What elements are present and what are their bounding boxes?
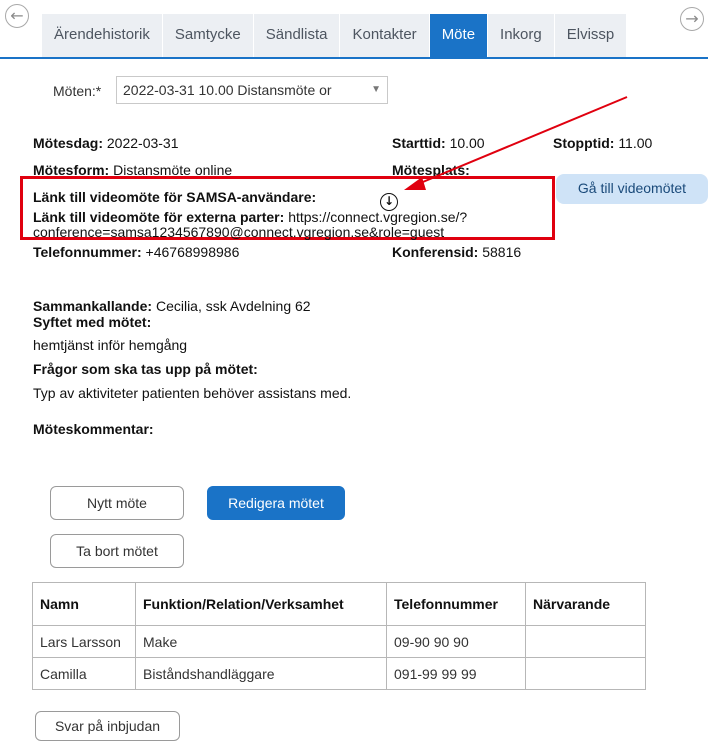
table-row[interactable]: Lars Larsson Make 09-90 90 90 [32, 625, 646, 658]
external-link-url-part-1[interactable]: https://connect.vgregion.se/? [288, 209, 467, 225]
tab-arendehistorik[interactable]: Ärendehistorik [42, 14, 163, 58]
delete-meeting-button[interactable]: Ta bort mötet [50, 534, 184, 568]
column-header-telefon: Telefonnummer [386, 582, 526, 626]
reply-invitation-button[interactable]: Svar på inbjudan [35, 711, 180, 741]
purpose-value: hemtjänst inför hemgång [33, 337, 188, 353]
comment-label: Möteskommentar: [33, 421, 154, 437]
column-header-funktion: Funktion/Relation/Verksamhet [135, 582, 387, 626]
tab-mote[interactable]: Möte [429, 14, 489, 58]
meeting-select-value: 2022-03-31 10.00 Distansmöte or [123, 82, 332, 98]
questions-value: Typ av aktiviteter patienten behöver ass… [33, 385, 352, 401]
cell-name: Camilla [32, 657, 136, 690]
samsa-link-label: Länk till videomöte för SAMSA-användare: [33, 189, 317, 205]
tab-kontakter[interactable]: Kontakter [340, 14, 430, 58]
phone-number: Telefonnummer: +46768998986 [33, 244, 240, 260]
cell-function: Biståndshandläggare [135, 657, 387, 690]
cell-phone: 091-99 99 99 [386, 657, 526, 690]
participants-table: Namn Funktion/Relation/Verksamhet Telefo… [32, 582, 646, 690]
prev-tab-icon[interactable]: ← [5, 4, 29, 28]
tab-sandlista[interactable]: Sändlista [253, 14, 341, 58]
go-to-video-button[interactable]: Gå till videomötet [556, 174, 708, 204]
tab-elvissp[interactable]: Elvissp [554, 14, 627, 58]
tab-samtycke[interactable]: Samtycke [162, 14, 254, 58]
cell-present[interactable] [525, 657, 646, 690]
table-header-row: Namn Funktion/Relation/Verksamhet Telefo… [32, 582, 646, 626]
next-tab-icon[interactable]: → [680, 7, 704, 31]
cell-name: Lars Larsson [32, 625, 136, 658]
tab-bar: ← Ärendehistorik Samtycke Sändlista Kont… [0, 0, 708, 59]
table-row[interactable]: Camilla Biståndshandläggare 091-99 99 99 [32, 657, 646, 690]
external-link-url-part-2[interactable]: conference=samsa1234567890@connect.vgreg… [33, 224, 444, 240]
tab-list: Ärendehistorik Samtycke Sändlista Kontak… [42, 14, 627, 58]
start-time: Starttid: 10.00 [392, 135, 485, 151]
convener: Sammankallande: Cecilia, ssk Avdelning 6… [33, 298, 311, 314]
meeting-select-label: Möten:* [53, 83, 102, 99]
purpose-label: Syftet med mötet: [33, 314, 152, 330]
tab-underline [0, 57, 708, 59]
cell-present[interactable] [525, 625, 646, 658]
column-header-namn: Namn [32, 582, 136, 626]
edit-meeting-button[interactable]: Redigera mötet [207, 486, 345, 520]
new-meeting-button[interactable]: Nytt möte [50, 486, 184, 520]
external-link-line-1: Länk till videomöte för externa parter: … [33, 209, 468, 225]
cell-function: Make [135, 625, 387, 658]
chevron-down-icon: ▼ [371, 84, 381, 95]
questions-label: Frågor som ska tas upp på mötet: [33, 361, 258, 377]
tab-inkorg[interactable]: Inkorg [488, 14, 555, 58]
conference-id: Konferensid: 58816 [392, 244, 522, 260]
meeting-select[interactable]: 2022-03-31 10.00 Distansmöte or ▼ [116, 76, 388, 104]
column-header-narvarande: Närvarande [525, 582, 646, 626]
cell-phone: 09-90 90 90 [386, 625, 526, 658]
meeting-date: Mötesdag: 2022-03-31 [33, 135, 179, 151]
stop-time: Stopptid: 11.00 [553, 135, 653, 151]
